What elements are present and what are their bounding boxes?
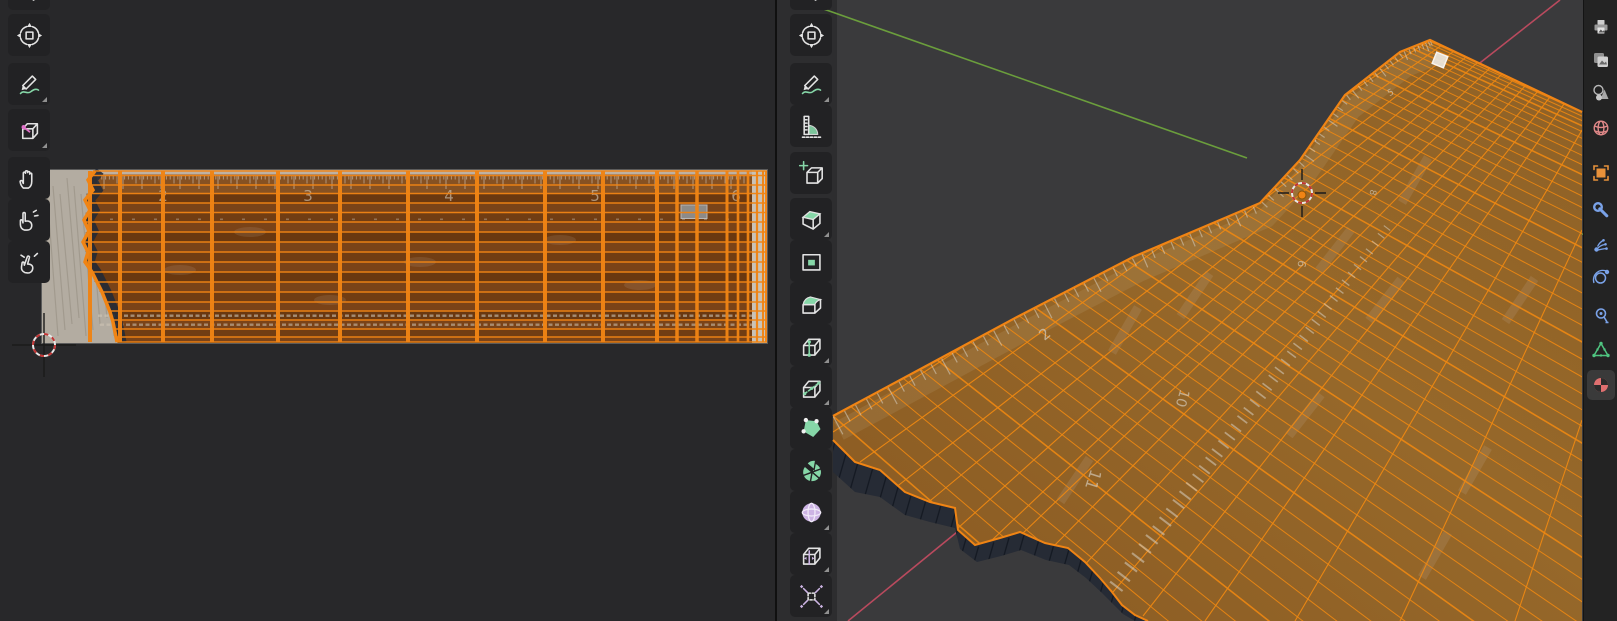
viewport-3d-canvas[interactable]: 2345111068 [775,0,1583,621]
transform-icon [16,22,43,49]
tab-modifiers[interactable] [1587,195,1615,225]
loop-cut-icon [798,332,825,359]
object-properties-icon [1591,163,1611,183]
view-layer-icon [1591,50,1611,70]
rip-region-icon [16,117,43,144]
tool-select-box[interactable] [8,0,50,10]
world-globe-icon [1591,118,1611,138]
tool-transform[interactable] [8,14,50,56]
relax-hand-icon [16,207,43,234]
grab-hand-icon [16,165,43,192]
edge-slide-icon [798,541,825,568]
tab-constraints[interactable] [1587,300,1615,330]
tool-inset-faces[interactable] [790,240,832,282]
constraints-icon [1591,305,1611,325]
particles-icon [1591,235,1611,255]
material-sphere-icon [1591,375,1611,395]
tab-physics[interactable] [1587,262,1615,292]
tool-relax[interactable] [8,199,50,241]
knife-icon [798,374,825,401]
editor-split-handle[interactable] [775,0,777,621]
blender-window: 23456 [0,0,1617,621]
properties-tab-strip [1583,0,1617,621]
tab-material[interactable] [1587,370,1615,400]
tool-add-cube[interactable] [790,152,832,194]
bevel-icon [798,290,825,317]
measure-icon [798,113,825,140]
object-data-icon [1591,340,1611,360]
tool-bevel[interactable] [790,282,832,324]
select-box-icon [798,0,825,3]
viewport-toolbar [790,0,832,621]
tool-group-indicator [824,97,829,102]
tool-poly-build[interactable] [790,407,832,449]
annotate-icon [798,71,825,98]
uv-editor-pane: 23456 [0,0,775,621]
tab-object-data[interactable] [1587,335,1615,365]
pinch-hand-icon [16,249,43,276]
tool-knife[interactable] [790,366,832,408]
tool-group-indicator [824,400,829,405]
tool-group-indicator [824,358,829,363]
tab-object[interactable] [1587,158,1615,188]
uv-toolbar [8,0,50,621]
tab-scene[interactable] [1587,78,1615,108]
tool-edge-slide[interactable] [790,533,832,575]
tab-world[interactable] [1587,113,1615,143]
tool-smooth[interactable] [790,491,832,533]
tool-annotate[interactable] [790,63,832,105]
tool-spin[interactable] [790,449,832,491]
poly-build-icon [798,415,825,442]
tool-group-indicator [824,609,829,614]
select-box-icon [16,0,43,3]
tool-group-indicator [824,232,829,237]
viewport-3d-pane: 2345111068 [775,0,1583,621]
inset-faces-icon [798,248,825,275]
tab-particles[interactable] [1587,230,1615,260]
smooth-icon [798,499,825,526]
modifier-wrench-icon [1591,200,1611,220]
scene-icon [1591,83,1611,103]
tool-transform[interactable] [790,14,832,56]
annotate-icon [16,71,43,98]
tool-grab[interactable] [8,157,50,199]
tool-group-indicator [824,567,829,572]
tab-view-layer[interactable] [1587,45,1615,75]
tool-annotate[interactable] [8,63,50,105]
extrude-region-icon [798,206,825,233]
tool-group-indicator [42,143,47,148]
tool-measure[interactable] [790,105,832,147]
tool-loop-cut[interactable] [790,324,832,366]
tool-extrude-region[interactable] [790,198,832,240]
tool-shrink-fatten[interactable] [790,575,832,617]
tool-group-indicator [42,97,47,102]
tool-group-indicator [824,525,829,530]
transform-icon [798,22,825,49]
tab-output[interactable] [1587,12,1615,42]
shrink-fatten-icon [798,583,825,610]
physics-icon [1591,267,1611,287]
spin-icon [798,457,825,484]
tool-select-box[interactable] [790,0,832,10]
output-printer-icon [1591,17,1611,37]
tool-rip-region[interactable] [8,109,50,151]
tool-pinch[interactable] [8,241,50,283]
uv-editor-canvas[interactable]: 23456 [0,0,775,621]
add-cube-icon [798,160,825,187]
